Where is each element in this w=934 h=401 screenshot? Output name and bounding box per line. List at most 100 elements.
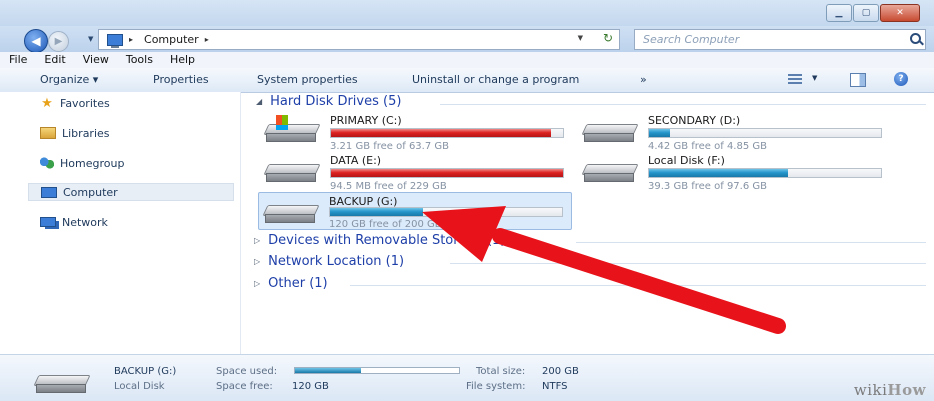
drive-backup[interactable]: BACKUP (G:) 120 GB free of 200 GB (258, 192, 572, 230)
drive-name: PRIMARY (C:) (330, 114, 402, 127)
group-divider (440, 104, 926, 105)
drive-usage-bar (329, 207, 563, 217)
address-location[interactable]: Computer (144, 33, 199, 46)
expand-arrow-icon[interactable]: ▷ (254, 279, 260, 288)
drive-name: SECONDARY (D:) (648, 114, 741, 127)
view-dropdown-icon[interactable]: ▼ (812, 74, 817, 82)
drive-free-space: 4.42 GB free of 4.85 GB (648, 141, 767, 152)
details-space-used-label: Space used: (216, 366, 278, 377)
group-divider (350, 285, 926, 286)
back-button[interactable]: ◀ (24, 29, 48, 53)
group-divider (450, 263, 926, 264)
address-row: ◀ ▶ ▼ ▸ Computer ▸ ▼ ↻ Search Computer (0, 26, 934, 53)
uninstall-program-button[interactable]: Uninstall or change a program (412, 73, 579, 86)
recent-pages-dropdown-icon[interactable]: ▼ (88, 35, 93, 43)
windows-logo-icon (276, 115, 288, 125)
drive-usage-bar (330, 128, 564, 138)
search-icon[interactable] (910, 33, 921, 44)
group-hard-disk-drives-label: Hard Disk Drives (5) (270, 94, 402, 109)
hard-drive-icon (263, 115, 321, 142)
menu-file[interactable]: File (0, 52, 35, 68)
search-input[interactable]: Search Computer (634, 29, 926, 50)
library-icon (40, 127, 56, 139)
minimize-button[interactable]: ▁ (826, 4, 852, 22)
homegroup-icon (40, 157, 54, 169)
search-placeholder: Search Computer (643, 33, 740, 46)
address-bar[interactable]: ▸ Computer ▸ ▼ ↻ (98, 29, 620, 50)
details-total-size-label: Total size: (476, 366, 526, 377)
drive-local-disk[interactable]: Local Disk (F:) 39.3 GB free of 97.6 GB (578, 154, 882, 194)
details-space-free-label: Space free: (216, 381, 273, 392)
menu-view[interactable]: View (74, 52, 117, 68)
menu-help[interactable]: Help (161, 52, 203, 68)
expand-arrow-icon[interactable]: ▷ (254, 257, 260, 266)
command-bar: Organize ▾ Properties System properties … (0, 68, 934, 93)
nav-network[interactable]: Network (40, 213, 108, 231)
group-removable-storage[interactable]: ▷ Devices with Removable Storage (1) (254, 233, 505, 248)
drive-name: DATA (E:) (330, 154, 382, 167)
hard-drive-icon (33, 375, 91, 393)
drive-usage-bar (330, 168, 564, 178)
nav-favorites[interactable]: ★ Favorites (40, 94, 110, 112)
change-view-icon[interactable] (788, 74, 802, 85)
details-file-system-label: File system: (466, 381, 526, 392)
expand-arrow-icon[interactable]: ▷ (254, 236, 260, 245)
nav-homegroup-label: Homegroup (60, 156, 125, 170)
details-drive-type: Local Disk (114, 381, 165, 392)
details-drive-name: BACKUP (G:) (114, 366, 177, 377)
organize-button[interactable]: Organize ▾ (40, 73, 98, 86)
group-network-location-label: Network Location (1) (268, 254, 405, 269)
drive-free-space: 3.21 GB free of 63.7 GB (330, 141, 449, 152)
hard-drive-icon (262, 205, 320, 223)
more-commands-button[interactable]: » (640, 73, 647, 86)
drive-data[interactable]: DATA (E:) 94.5 MB free of 229 GB (260, 154, 564, 194)
drive-primary[interactable]: PRIMARY (C:) 3.21 GB free of 63.7 GB (260, 114, 564, 154)
collapse-arrow-icon[interactable]: ◢ (256, 97, 262, 106)
nav-network-label: Network (62, 215, 108, 229)
menu-tools[interactable]: Tools (117, 52, 161, 68)
nav-libraries-label: Libraries (62, 126, 110, 140)
computer-icon (107, 33, 123, 48)
star-icon: ★ (41, 95, 53, 111)
nav-computer-label: Computer (63, 185, 118, 199)
details-total-size-value: 200 GB (542, 366, 579, 377)
chevron-right-icon[interactable]: ▸ (205, 35, 209, 44)
properties-button[interactable]: Properties (153, 73, 209, 86)
close-button[interactable]: ✕ (880, 4, 920, 22)
group-other-label: Other (1) (268, 276, 328, 291)
help-icon[interactable]: ? (894, 72, 908, 86)
drive-name: Local Disk (F:) (648, 154, 725, 167)
wikihow-watermark: wikiHow (853, 381, 926, 399)
group-hard-disk-drives[interactable]: ◢ Hard Disk Drives (5) (256, 94, 401, 109)
chevron-right-icon[interactable]: ▸ (129, 35, 133, 44)
drive-secondary[interactable]: SECONDARY (D:) 4.42 GB free of 4.85 GB (578, 114, 882, 154)
computer-icon (41, 186, 57, 198)
details-file-system-value: NTFS (542, 381, 568, 392)
drive-usage-bar (648, 128, 882, 138)
nav-computer[interactable]: Computer (28, 183, 234, 201)
maximize-button[interactable]: ▢ (853, 4, 879, 22)
drive-usage-bar (648, 168, 882, 178)
nav-libraries[interactable]: Libraries (40, 124, 110, 142)
address-dropdown-icon[interactable]: ▼ (578, 34, 583, 42)
nav-homegroup[interactable]: Homegroup (40, 154, 124, 172)
window-controls: ▁ ▢ ✕ (826, 4, 920, 22)
group-removable-storage-label: Devices with Removable Storage (1) (268, 233, 506, 248)
hard-drive-icon (263, 164, 321, 182)
nav-favorites-label: Favorites (60, 96, 110, 110)
group-divider (576, 242, 926, 243)
navigation-pane: ★ Favorites Libraries Homegroup Computer… (0, 92, 241, 354)
menu-edit[interactable]: Edit (35, 52, 73, 68)
group-network-location[interactable]: ▷ Network Location (1) (254, 254, 404, 269)
drive-free-space: 120 GB free of 200 GB (329, 219, 442, 230)
refresh-icon[interactable]: ↻ (603, 31, 613, 45)
forward-button[interactable]: ▶ (48, 31, 69, 52)
drive-free-space: 94.5 MB free of 229 GB (330, 181, 447, 192)
details-usage-bar (294, 367, 460, 374)
hard-drive-icon (581, 124, 639, 142)
details-space-free-value: 120 GB (292, 381, 329, 392)
system-properties-button[interactable]: System properties (257, 73, 358, 86)
preview-pane-icon[interactable] (850, 73, 866, 87)
group-other[interactable]: ▷ Other (1) (254, 276, 328, 291)
hard-drive-icon (581, 164, 639, 182)
